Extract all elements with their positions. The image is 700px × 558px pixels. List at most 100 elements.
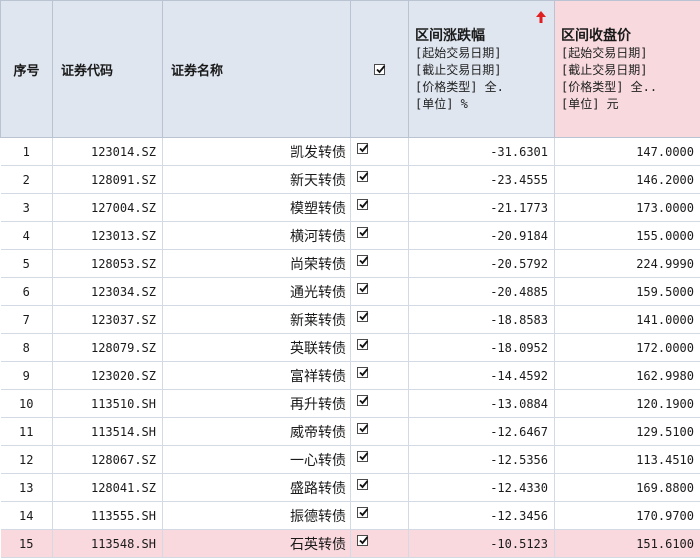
checkmark-icon (358, 451, 369, 462)
table-row[interactable]: 2 128091.SZ 新天转债 -23.4555 146.2000 (1, 166, 700, 194)
row-range-change: -20.9184 (409, 222, 555, 250)
table-row[interactable]: 10 113510.SH 再升转债 -13.0884 120.1900 (1, 390, 700, 418)
row-range-change: -12.5356 (409, 446, 555, 474)
table-row[interactable]: 1 123014.SZ 凯发转债 -31.6301 147.0000 (1, 138, 700, 166)
row-checkbox[interactable] (357, 451, 368, 462)
row-select-cell[interactable] (351, 446, 409, 474)
table-row[interactable]: 11 113514.SH 威帝转债 -12.6467 129.5100 (1, 418, 700, 446)
row-select-cell[interactable] (351, 138, 409, 166)
row-name: 英联转债 (163, 334, 351, 362)
table-row[interactable]: 14 113555.SH 振德转债 -12.3456 170.9700 (1, 502, 700, 530)
row-checkbox[interactable] (357, 339, 368, 350)
row-select-cell[interactable] (351, 278, 409, 306)
checkmark-icon (358, 507, 369, 518)
row-range-close: 147.0000 (555, 138, 700, 166)
row-code: 113510.SH (53, 390, 163, 418)
checkmark-icon (358, 171, 369, 182)
row-index: 7 (1, 306, 53, 334)
header-name[interactable]: 证券名称 (163, 1, 351, 138)
table-row[interactable]: 8 128079.SZ 英联转债 -18.0952 172.0000 (1, 334, 700, 362)
row-code: 123037.SZ (53, 306, 163, 334)
row-checkbox[interactable] (357, 283, 368, 294)
row-range-change: -12.4330 (409, 474, 555, 502)
checkmark-icon (358, 255, 369, 266)
header-range-close[interactable]: 区间收盘价 [起始交易日期] [截止交易日期] [价格类型] 全.. [单位] … (555, 1, 700, 138)
row-checkbox[interactable] (357, 199, 368, 210)
row-range-close: 162.9980 (555, 362, 700, 390)
row-index: 2 (1, 166, 53, 194)
row-select-cell[interactable] (351, 306, 409, 334)
row-checkbox[interactable] (357, 507, 368, 518)
row-range-change: -31.6301 (409, 138, 555, 166)
row-name: 再升转债 (163, 390, 351, 418)
row-code: 123020.SZ (53, 362, 163, 390)
row-checkbox[interactable] (357, 479, 368, 490)
row-select-cell[interactable] (351, 502, 409, 530)
row-checkbox[interactable] (357, 423, 368, 434)
checkmark-icon (358, 227, 369, 238)
range-close-param: [价格类型] 全.. (561, 79, 694, 96)
row-checkbox[interactable] (357, 311, 368, 322)
table-row[interactable]: 9 123020.SZ 富祥转债 -14.4592 162.9980 (1, 362, 700, 390)
row-checkbox[interactable] (357, 535, 368, 546)
row-index: 10 (1, 390, 53, 418)
row-select-cell[interactable] (351, 166, 409, 194)
row-name: 横河转债 (163, 222, 351, 250)
row-range-close: 141.0000 (555, 306, 700, 334)
row-code: 128079.SZ (53, 334, 163, 362)
row-name: 一心转债 (163, 446, 351, 474)
row-range-change: -21.1773 (409, 194, 555, 222)
row-select-cell[interactable] (351, 250, 409, 278)
table-row[interactable]: 7 123037.SZ 新莱转债 -18.8583 141.0000 (1, 306, 700, 334)
table-body: 1 123014.SZ 凯发转债 -31.6301 147.0000 2 128… (1, 138, 700, 558)
securities-table: 序号 证券代码 证券名称 区间涨跌幅 [起始交易日期] [截止交易日期] [价格… (0, 0, 700, 558)
table-row[interactable]: 12 128067.SZ 一心转债 -12.5356 113.4510 (1, 446, 700, 474)
row-range-close: 146.2000 (555, 166, 700, 194)
row-select-cell[interactable] (351, 362, 409, 390)
row-select-cell[interactable] (351, 222, 409, 250)
row-select-cell[interactable] (351, 474, 409, 502)
row-index: 9 (1, 362, 53, 390)
checkmark-icon (358, 423, 369, 434)
row-range-close: 129.5100 (555, 418, 700, 446)
table-row[interactable]: 15 113548.SH 石英转债 -10.5123 151.6100 (1, 530, 700, 558)
row-select-cell[interactable] (351, 530, 409, 558)
row-select-cell[interactable] (351, 418, 409, 446)
select-all-checkbox[interactable] (374, 64, 385, 75)
header-index[interactable]: 序号 (1, 1, 53, 138)
row-checkbox[interactable] (357, 227, 368, 238)
row-name: 石英转债 (163, 530, 351, 558)
row-range-close: 169.8800 (555, 474, 700, 502)
header-code[interactable]: 证券代码 (53, 1, 163, 138)
range-change-param: [单位] % (415, 96, 548, 113)
row-checkbox[interactable] (357, 395, 368, 406)
table-row[interactable]: 4 123013.SZ 横河转债 -20.9184 155.0000 (1, 222, 700, 250)
row-code: 123013.SZ (53, 222, 163, 250)
row-code: 127004.SZ (53, 194, 163, 222)
table-row[interactable]: 6 123034.SZ 通光转债 -20.4885 159.5000 (1, 278, 700, 306)
row-select-cell[interactable] (351, 334, 409, 362)
row-checkbox[interactable] (357, 143, 368, 154)
row-name: 凯发转债 (163, 138, 351, 166)
checkmark-icon (358, 143, 369, 154)
row-select-cell[interactable] (351, 390, 409, 418)
table-row[interactable]: 3 127004.SZ 模塑转债 -21.1773 173.0000 (1, 194, 700, 222)
checkmark-icon (375, 64, 386, 75)
row-checkbox[interactable] (357, 171, 368, 182)
row-range-change: -20.4885 (409, 278, 555, 306)
sort-descending-arrow-icon[interactable] (536, 11, 546, 23)
row-index: 15 (1, 530, 53, 558)
header-range-change[interactable]: 区间涨跌幅 [起始交易日期] [截止交易日期] [价格类型] 全. [单位] % (409, 1, 555, 138)
range-change-param: [截止交易日期] (415, 62, 548, 79)
table-row[interactable]: 13 128041.SZ 盛路转债 -12.4330 169.8800 (1, 474, 700, 502)
checkmark-icon (358, 535, 369, 546)
header-select-all[interactable] (351, 1, 409, 138)
row-select-cell[interactable] (351, 194, 409, 222)
row-range-change: -14.4592 (409, 362, 555, 390)
row-index: 5 (1, 250, 53, 278)
row-checkbox[interactable] (357, 255, 368, 266)
checkmark-icon (358, 395, 369, 406)
row-checkbox[interactable] (357, 367, 368, 378)
row-range-close: 120.1900 (555, 390, 700, 418)
table-row[interactable]: 5 128053.SZ 尚荣转债 -20.5792 224.9990 (1, 250, 700, 278)
